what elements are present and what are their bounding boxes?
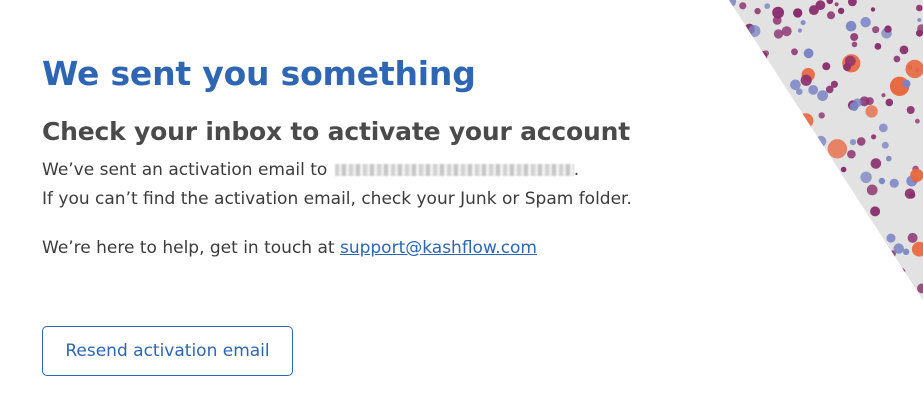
decorative-dot <box>808 5 819 16</box>
decorative-dot <box>870 158 882 169</box>
decorative-dot <box>840 166 847 173</box>
decorative-dot <box>851 41 858 48</box>
decorative-dot <box>830 80 838 88</box>
decorative-dot <box>850 33 859 41</box>
decorative-dot <box>897 267 906 276</box>
decorative-dot <box>853 98 862 108</box>
decorative-dot <box>764 3 771 9</box>
decorative-dot <box>870 206 881 217</box>
decorative-dot <box>886 233 896 243</box>
junk-folder-hint: If you can’t find the activation email, … <box>42 189 632 209</box>
decorative-dot <box>849 139 857 146</box>
decorative-dots-graphic <box>729 0 923 300</box>
decorative-dot <box>881 93 886 98</box>
decorative-dot <box>916 4 923 12</box>
decorative-dot <box>874 43 882 50</box>
decorative-dot <box>817 90 828 101</box>
decorative-dot <box>818 112 825 119</box>
activation-message-suffix: . <box>573 160 580 180</box>
main-content: We sent you something Check your inbox t… <box>42 52 722 263</box>
decorative-dot <box>781 26 792 37</box>
decorative-dot <box>878 123 888 133</box>
decorative-dot <box>884 25 892 33</box>
decorative-dot <box>902 248 910 255</box>
decorative-dot <box>916 29 923 37</box>
decorative-dot <box>906 106 915 114</box>
decorative-dot <box>886 155 892 162</box>
decorative-dot <box>893 55 901 63</box>
decorative-dot <box>889 178 899 188</box>
decorative-dot <box>865 105 878 118</box>
decorative-dot <box>739 2 747 10</box>
help-message: We’re here to help, get in touch at supp… <box>42 234 722 263</box>
decorative-dot <box>827 11 835 20</box>
decorative-dot <box>872 26 880 34</box>
page-subtitle: Check your inbox to activate your accoun… <box>42 117 630 146</box>
decorative-dot <box>847 149 856 159</box>
decorative-dot <box>881 141 889 149</box>
decorative-dot <box>917 18 922 22</box>
decorative-dot <box>866 184 878 196</box>
activation-message: We’ve sent an activation email to . <box>42 156 722 185</box>
activation-message-prefix: We’ve sent an activation email to <box>42 160 328 180</box>
decorative-dot <box>860 171 872 183</box>
decorative-dot <box>899 45 909 55</box>
decorative-dot <box>796 88 803 95</box>
decorative-dot <box>870 7 876 12</box>
decorative-dot <box>844 55 856 67</box>
decorative-dot <box>915 118 920 124</box>
decorative-dot <box>902 79 911 88</box>
decorative-dot <box>908 191 916 199</box>
decorative-dot <box>793 8 803 18</box>
support-email-link[interactable]: support@kashflow.com <box>340 238 537 258</box>
decorative-dot <box>871 134 877 140</box>
decorative-dot <box>798 113 814 129</box>
decorative-dot <box>797 28 802 33</box>
redacted-email <box>334 164 574 176</box>
decorative-dot <box>791 48 798 56</box>
decorative-dot <box>893 243 904 254</box>
decorative-dot <box>860 17 871 28</box>
decorative-dot <box>756 50 768 62</box>
decorative-dot <box>845 20 857 32</box>
decorative-dot <box>800 74 812 86</box>
page-title: We sent you something <box>42 54 476 93</box>
help-message-prefix: We’re here to help, get in touch at <box>42 238 340 258</box>
decorative-dot <box>910 168 923 182</box>
resend-activation-button[interactable]: Resend activation email <box>42 326 293 376</box>
decorative-dot <box>827 139 848 159</box>
decorative-dot <box>878 177 886 185</box>
decorative-dot <box>822 62 831 71</box>
decorative-dot <box>834 2 839 7</box>
decorative-dot <box>803 48 814 59</box>
decorative-dot <box>772 16 782 25</box>
decorative-dot <box>754 7 761 15</box>
decorative-dot <box>856 137 866 146</box>
decorative-dot <box>815 135 827 147</box>
decorative-dot <box>808 85 819 95</box>
decorative-dot <box>800 20 806 26</box>
decorative-dot <box>748 25 761 37</box>
decorative-dot <box>907 232 918 243</box>
decorative-dot <box>773 29 784 39</box>
decorative-dot <box>885 98 894 107</box>
decorative-dot <box>837 7 845 15</box>
